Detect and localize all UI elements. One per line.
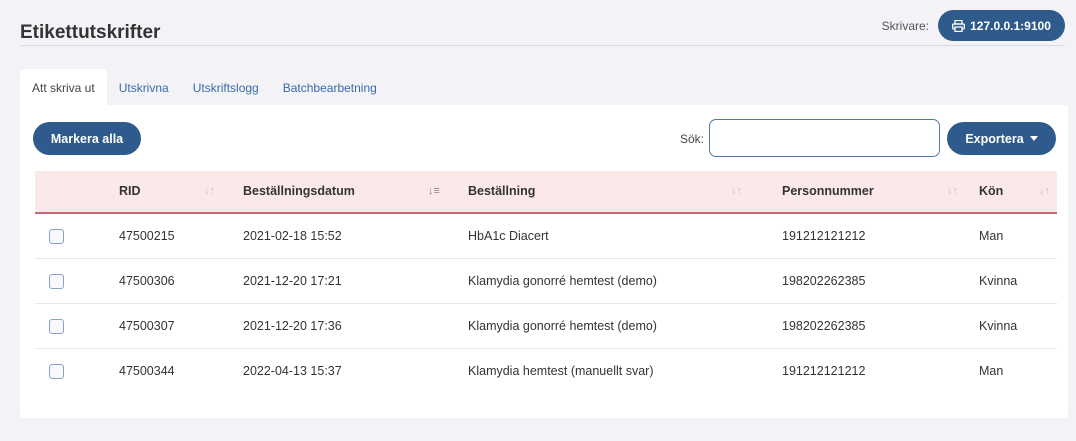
cell-order: HbA1c Diacert <box>468 229 549 243</box>
column-header-bestallning[interactable]: Beställning <box>468 171 535 212</box>
content-panel: Markera alla Sök: Exportera RID ↓↑ Bestä… <box>20 105 1068 418</box>
cell-personal-number: 191212121212 <box>782 229 866 243</box>
cell-order: Klamydia gonorré hemtest (demo) <box>468 274 657 288</box>
tab-utskriftslogg[interactable]: Utskriftslogg <box>181 69 271 105</box>
cell-gender: Kvinna <box>979 274 1018 288</box>
sort-ascending-icon[interactable]: ↓≡ <box>428 171 440 212</box>
table-row[interactable]: 47500215 2021-02-18 15:52 HbA1c Diacert … <box>35 214 1057 259</box>
printer-label: Skrivare: <box>881 19 929 33</box>
cell-date: 2021-12-20 17:21 <box>243 274 342 288</box>
printer-address: 127.0.0.1:9100 <box>970 18 1051 33</box>
printer-icon <box>952 19 966 32</box>
cell-personal-number: 198202262385 <box>782 319 866 333</box>
sort-icon[interactable]: ↓↑ <box>1039 171 1050 212</box>
tab-att-skriva-ut[interactable]: Att skriva ut <box>20 69 107 105</box>
table-row[interactable]: 47500307 2021-12-20 17:36 Klamydia gonor… <box>35 304 1057 349</box>
cell-personal-number: 198202262385 <box>782 274 866 288</box>
cell-date: 2021-02-18 15:52 <box>243 229 342 243</box>
tab-batchbearbetning[interactable]: Batchbearbetning <box>271 69 389 105</box>
chevron-down-icon <box>1029 136 1038 141</box>
sort-icon[interactable]: ↓↑ <box>731 171 742 212</box>
cell-gender: Man <box>979 229 1004 243</box>
sort-icon[interactable]: ↓↑ <box>204 171 215 212</box>
row-checkbox[interactable] <box>49 364 64 379</box>
table-header: RID ↓↑ Beställningsdatum ↓≡ Beställning … <box>35 171 1057 214</box>
cell-rid: 47500307 <box>119 319 175 333</box>
cell-date: 2021-12-20 17:36 <box>243 319 342 333</box>
cell-rid: 47500215 <box>119 229 175 243</box>
select-all-button[interactable]: Markera alla <box>33 122 141 155</box>
cell-gender: Kvinna <box>979 319 1018 333</box>
cell-personal-number: 191212121212 <box>782 364 866 378</box>
tab-utskrivna[interactable]: Utskrivna <box>107 69 181 105</box>
column-header-personnummer[interactable]: Personnummer <box>782 171 874 212</box>
labels-table: RID ↓↑ Beställningsdatum ↓≡ Beställning … <box>35 171 1057 394</box>
page-title: Etikettutskrifter <box>20 22 161 43</box>
cell-order: Klamydia gonorré hemtest (demo) <box>468 319 657 333</box>
table-row[interactable]: 47500344 2022-04-13 15:37 Klamydia hemte… <box>35 349 1057 394</box>
search-label: Sök: <box>680 132 705 146</box>
row-checkbox[interactable] <box>49 319 64 334</box>
printer-button[interactable]: 127.0.0.1:9100 <box>938 10 1065 41</box>
table-row[interactable]: 47500306 2021-12-20 17:21 Klamydia gonor… <box>35 259 1057 304</box>
tab-bar: Att skriva ut Utskrivna Utskriftslogg Ba… <box>20 69 389 105</box>
row-checkbox[interactable] <box>49 274 64 289</box>
column-header-rid[interactable]: RID <box>119 171 141 212</box>
cell-date: 2022-04-13 15:37 <box>243 364 342 378</box>
sort-icon[interactable]: ↓↑ <box>947 171 958 212</box>
cell-rid: 47500306 <box>119 274 175 288</box>
cell-gender: Man <box>979 364 1004 378</box>
page-header: Etikettutskrifter Skrivare: 127.0.0.1:91… <box>20 10 1065 46</box>
column-header-kon[interactable]: Kön <box>979 171 1003 212</box>
row-checkbox[interactable] <box>49 229 64 244</box>
cell-order: Klamydia hemtest (manuellt svar) <box>468 364 654 378</box>
cell-rid: 47500344 <box>119 364 175 378</box>
export-button[interactable]: Exportera <box>947 122 1056 155</box>
column-header-bestallningsdatum[interactable]: Beställningsdatum <box>243 171 355 212</box>
search-input[interactable] <box>709 119 940 157</box>
export-label: Exportera <box>965 131 1024 146</box>
